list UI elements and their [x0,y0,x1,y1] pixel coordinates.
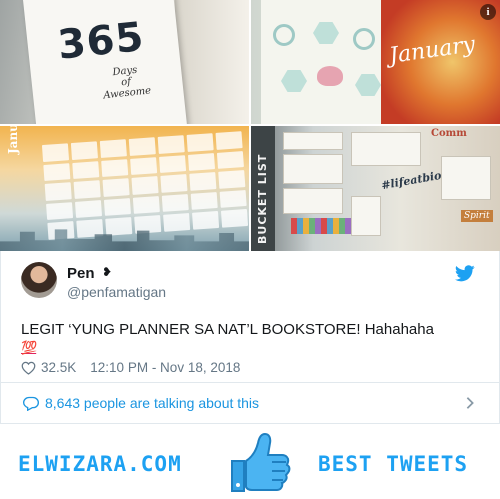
cover-subtitle: Days of Awesome [101,63,152,102]
sticker-brain [317,66,343,86]
calendar-cell [99,139,127,158]
calendar-cell [190,191,218,211]
bio-label: #lifeatbio [380,168,443,193]
photo-grid[interactable]: 365 Days of Awesome January i January 20… [0,0,500,251]
calendar-cell [46,201,74,221]
user-handle[interactable]: @penfamatigan [67,284,166,300]
sticker-page [261,0,386,124]
note-box [283,188,343,214]
thumbs-up-icon [231,432,291,492]
note-box [351,196,381,236]
planner-edge [175,0,249,124]
timestamp[interactable]: 12:10 PM - Nov 18, 2018 [90,360,240,375]
calendar-cell [44,182,72,201]
banner-tagline: BEST TWEETS [318,452,469,476]
calendar-cell [161,193,189,213]
hundred-emoji-icon: 💯 [21,341,37,356]
calendar-cell [128,137,156,156]
cover-subtitle-awesome: Awesome [102,85,152,102]
twitter-bird-icon[interactable] [455,265,475,282]
chevron-right-icon[interactable] [465,396,475,410]
tweet-card[interactable]: Pen ❥ @penfamatigan LEGIT ‘YUNG PLANNER … [0,251,500,424]
calendar-cell [130,156,158,176]
photo-stickers-january[interactable]: January i [251,0,500,124]
name-arrow-icon: ❥ [102,265,113,279]
display-name[interactable]: Pen [67,265,95,282]
comm-label: Comm [431,128,467,139]
calendar-month-label: January 2019 [6,126,20,154]
tweet-meta: 32.5K 12:10 PM - Nov 18, 2018 [21,360,240,375]
bucket-list-label: BUCKET LIST [256,153,269,244]
note-box [283,132,343,150]
calendar-cell [216,150,244,170]
photo-bucket-list[interactable]: BUCKET LIST #lifeatbio Comm Spirit [251,126,500,251]
site-name[interactable]: ELWIZARA.COM [18,452,182,476]
calendar-cell [163,213,191,232]
calendar-cell [157,135,185,154]
note-box [351,132,421,166]
planner-cover: 365 Days of Awesome [22,0,188,124]
calendar-cell [189,172,217,191]
calendar-cell [219,189,247,209]
sticker-hex [281,70,307,92]
calendar-cell [132,195,160,215]
note-box [441,156,491,200]
sticker-hex [355,74,381,96]
calendar-cell [101,158,129,178]
photo-365-planner[interactable]: 365 Days of Awesome [0,0,249,124]
calendar-grid [41,131,249,240]
calendar-cell [215,131,243,150]
sticker-target [273,24,295,46]
note-box [283,154,343,184]
calendar-cell [43,162,71,182]
calendar-cell [105,217,133,236]
calendar-cell [70,141,98,160]
calendar-cell [218,170,246,189]
sticker-hex [313,22,339,44]
calendar-cell [159,154,187,174]
calendar-cell [102,178,130,197]
sticker-target [353,28,375,50]
calendar-cell [220,209,249,228]
tweet-body: LEGIT ‘YUNG PLANNER SA NAT’L BOOKSTORE! … [21,321,434,338]
calendar-cell [160,174,188,193]
calendar-cell [103,197,131,217]
calendar-cell [186,133,214,152]
calendar-cell [74,199,103,219]
calendar-cell [41,143,70,162]
calendar-cell [131,176,159,195]
tweet-text: LEGIT ‘YUNG PLANNER SA NAT’L BOOKSTORE! … [21,320,481,356]
heart-icon[interactable] [21,361,36,375]
footer-banner: ELWIZARA.COM BEST TWEETS [0,424,500,499]
calendar-cell [187,152,216,172]
calendar-cell [192,211,220,230]
avatar[interactable] [21,262,57,298]
calendar-cell [73,180,101,199]
conversation-text[interactable]: 8,643 people are talking about this [45,395,259,411]
like-count[interactable]: 32.5K [41,360,76,375]
spirit-label: Spirit [461,210,493,222]
info-icon[interactable]: i [480,4,496,20]
calendar-cell [72,160,100,180]
cover-number: 365 [55,13,147,69]
photo-calendar[interactable]: January 2019 [0,126,249,251]
speech-bubble-icon [23,396,39,411]
conversation-link[interactable]: 8,643 people are talking about this [1,383,499,423]
